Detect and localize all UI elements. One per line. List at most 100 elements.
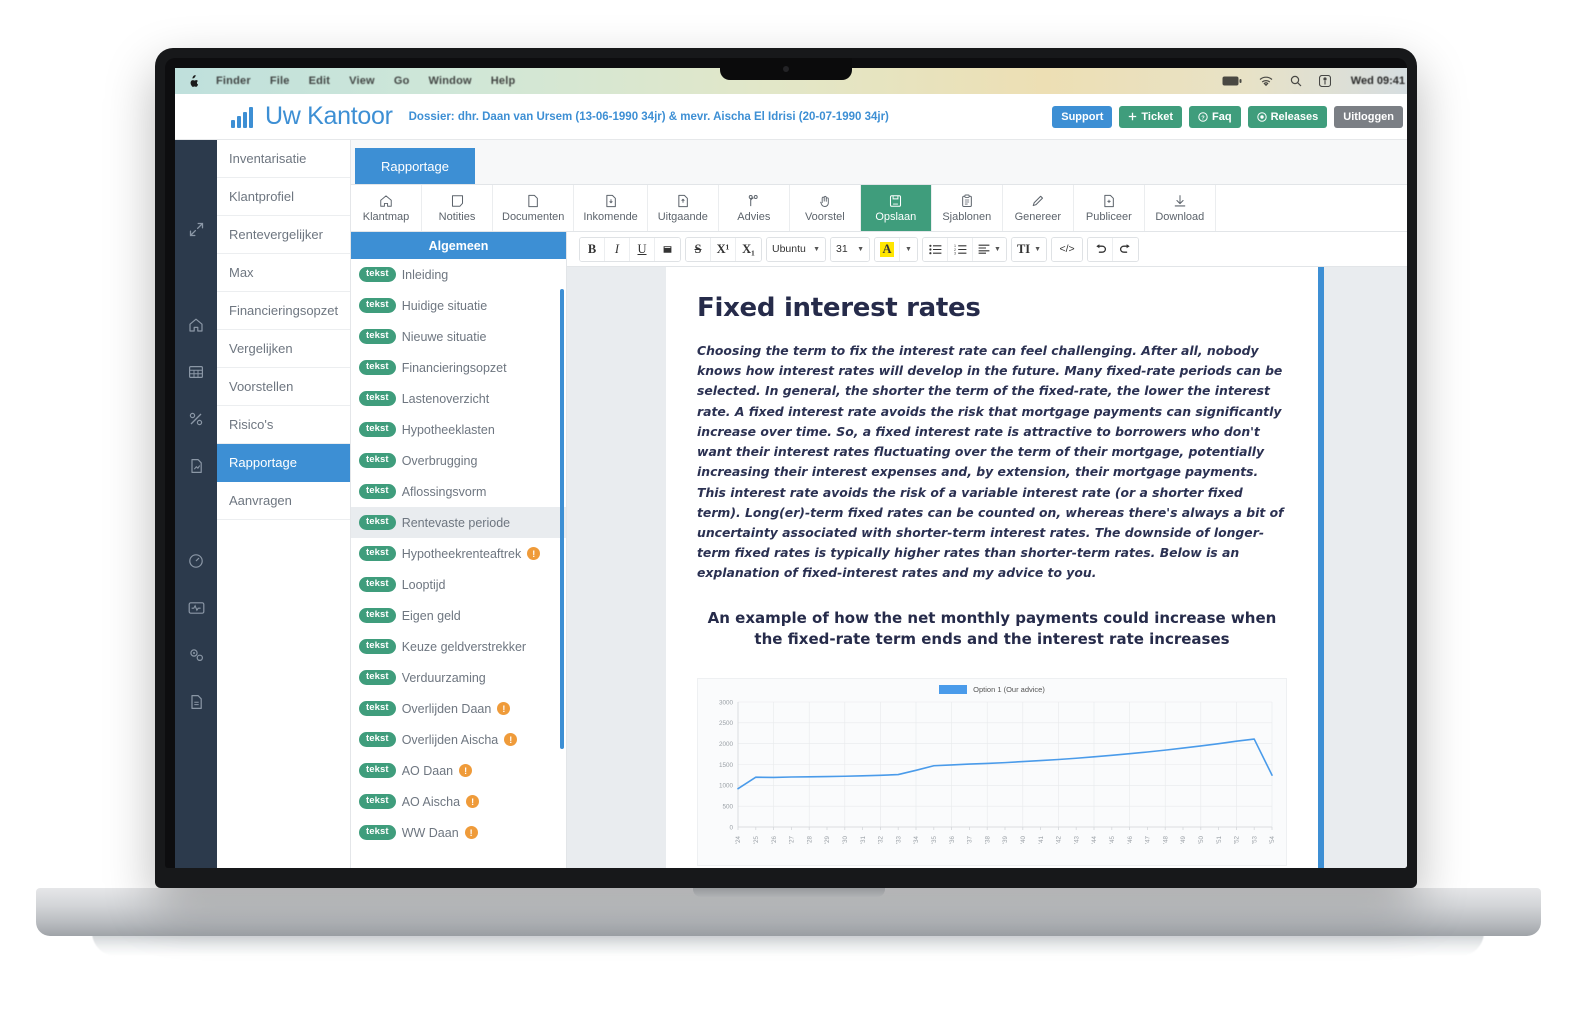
toolbar-group-font-family: Ubuntu ▼ xyxy=(766,236,826,262)
svg-text:'33: '33 xyxy=(895,836,902,845)
os-menu-help[interactable]: Help xyxy=(491,75,516,87)
sidebar-item-label: Voorstellen xyxy=(229,379,294,394)
module-publiceer[interactable]: Publiceer xyxy=(1073,185,1145,231)
list-item[interactable]: tekst Hypotheekrenteaftrek! xyxy=(351,538,566,569)
monitor-pulse-icon[interactable] xyxy=(175,584,217,631)
sidebar-item-voorstellen[interactable]: Voorstellen xyxy=(217,368,350,406)
expand-arrows-icon[interactable] xyxy=(175,206,217,253)
module-sjablonen[interactable]: Sjablonen xyxy=(931,185,1003,231)
os-menu-window[interactable]: Window xyxy=(429,75,472,87)
file-chart-icon[interactable] xyxy=(175,442,217,489)
sidebar-item-klantprofiel[interactable]: Klantprofiel xyxy=(217,178,350,216)
strikethrough-button[interactable]: S xyxy=(686,237,711,261)
italic-button[interactable]: I xyxy=(605,237,630,261)
list-item[interactable]: tekst Verduurzaming xyxy=(351,662,566,693)
paragraph-style-button[interactable]: TI ▼ xyxy=(1011,237,1047,261)
source-code-button[interactable]: </> xyxy=(1052,237,1083,261)
table-icon[interactable] xyxy=(175,348,217,395)
list-item[interactable]: tekst Huidige situatie xyxy=(351,290,566,321)
list-item[interactable]: tekst Looptijd xyxy=(351,569,566,600)
align-button[interactable]: ▼ xyxy=(973,237,1006,261)
remove-format-button[interactable] xyxy=(655,237,680,261)
font-family-select[interactable]: Ubuntu ▼ xyxy=(767,237,825,261)
module-opslaan[interactable]: Opslaan xyxy=(860,185,932,231)
tab-rapportage[interactable]: Rapportage xyxy=(355,148,475,184)
sidebar-item-risicos[interactable]: Risico's xyxy=(217,406,350,444)
list-item[interactable]: tekst AO Daan! xyxy=(351,755,566,786)
module-notities[interactable]: Notities xyxy=(422,185,493,231)
os-menu-finder[interactable]: Finder xyxy=(216,75,251,87)
svg-text:'43: '43 xyxy=(1073,836,1080,845)
list-item[interactable]: tekst WW Daan! xyxy=(351,817,566,848)
sidebar-item-vergelijken[interactable]: Vergelijken xyxy=(217,330,350,368)
sidebar-item-aanvragen[interactable]: Aanvragen xyxy=(217,482,350,520)
speedometer-icon[interactable] xyxy=(175,537,217,584)
webcam-icon xyxy=(783,66,789,72)
battery-icon[interactable] xyxy=(1222,76,1242,86)
os-menu-view[interactable]: View xyxy=(349,75,375,87)
type-badge: tekst xyxy=(359,484,396,499)
list-item[interactable]: tekst Inleiding xyxy=(351,259,566,290)
os-clock[interactable]: Wed 09:41 xyxy=(1351,75,1405,87)
subscript-button[interactable]: X₁ xyxy=(736,237,761,261)
list-item[interactable]: tekst Overlijden Aischa! xyxy=(351,724,566,755)
list-item[interactable]: tekst Eigen geld xyxy=(351,600,566,631)
support-button[interactable]: Support xyxy=(1052,105,1113,128)
sidebar-item-rentevergelijker[interactable]: Rentevergelijker xyxy=(217,216,350,254)
block-list-scrollbar[interactable] xyxy=(560,289,564,749)
underline-button[interactable]: U xyxy=(630,237,655,261)
list-item[interactable]: tekst Hypotheeklasten xyxy=(351,414,566,445)
os-menu-go[interactable]: Go xyxy=(394,75,410,87)
sidebar-item-rapportage[interactable]: Rapportage xyxy=(217,444,350,482)
sidebar-item-max[interactable]: Max xyxy=(217,254,350,292)
document-page[interactable]: Fixed interest rates Choosing the term t… xyxy=(666,267,1324,868)
module-documenten[interactable]: Documenten xyxy=(493,185,575,231)
bullet-list-button[interactable] xyxy=(923,237,948,261)
list-item[interactable]: tekst Financieringsopzet xyxy=(351,352,566,383)
tab-bar: Rapportage xyxy=(351,140,1407,184)
list-item[interactable]: tekst Keuze geldverstrekker xyxy=(351,631,566,662)
list-item[interactable]: tekst Lastenoverzicht xyxy=(351,383,566,414)
sidebar-item-financieringsopzet[interactable]: Financieringsopzet xyxy=(217,292,350,330)
list-item[interactable]: tekst Nieuwe situatie xyxy=(351,321,566,352)
undo-button[interactable] xyxy=(1088,237,1114,261)
brand[interactable]: Uw Kantoor xyxy=(231,102,393,131)
search-icon[interactable] xyxy=(1290,75,1302,87)
gears-icon[interactable] xyxy=(175,631,217,678)
list-item[interactable]: tekst Aflossingsvorm xyxy=(351,476,566,507)
wifi-icon[interactable] xyxy=(1259,76,1273,87)
control-center-icon[interactable] xyxy=(1318,75,1331,87)
os-menu-edit[interactable]: Edit xyxy=(309,75,331,87)
logout-button[interactable]: Uitloggen xyxy=(1334,105,1403,128)
ticket-button[interactable]: Ticket xyxy=(1119,105,1182,128)
module-download[interactable]: Download xyxy=(1144,185,1216,231)
module-uitgaande[interactable]: Uitgaande xyxy=(647,185,719,231)
superscript-button[interactable]: X¹ xyxy=(711,237,736,261)
type-badge: tekst xyxy=(359,639,396,654)
module-advies[interactable]: Advies xyxy=(718,185,790,231)
document-icon[interactable] xyxy=(175,678,217,725)
module-klantmap[interactable]: Klantmap xyxy=(351,185,422,231)
redo-button[interactable] xyxy=(1113,237,1139,261)
faq-button[interactable]: ? Faq xyxy=(1189,105,1241,128)
sidebar-item-inventarisatie[interactable]: Inventarisatie xyxy=(217,140,350,178)
sidebar-item-label: Rentevergelijker xyxy=(229,227,323,242)
text-color-button[interactable]: A xyxy=(875,237,900,261)
font-size-select[interactable]: 31 ▼ xyxy=(831,237,869,261)
home-icon[interactable] xyxy=(175,301,217,348)
module-inkomende[interactable]: Inkomende xyxy=(574,185,648,231)
list-item[interactable]: tekst Overlijden Daan! xyxy=(351,693,566,724)
bold-button[interactable]: B xyxy=(580,237,605,261)
percent-icon[interactable] xyxy=(175,395,217,442)
os-menu-file[interactable]: File xyxy=(270,75,290,87)
releases-button[interactable]: Releases xyxy=(1247,105,1328,128)
numbered-list-button[interactable]: 123 xyxy=(948,237,973,261)
text-color-dropdown[interactable]: ▼ xyxy=(900,237,917,261)
application: Uw Kantoor Dossier: dhr. Daan van Ursem … xyxy=(175,94,1407,868)
list-item[interactable]: tekst AO Aischa! xyxy=(351,786,566,817)
list-item[interactable]: tekst Overbrugging xyxy=(351,445,566,476)
apple-icon[interactable] xyxy=(187,74,200,89)
module-voorstel[interactable]: Voorstel xyxy=(789,185,861,231)
module-genereer[interactable]: Genereer xyxy=(1002,185,1074,231)
list-item-selected[interactable]: tekst Rentevaste periode xyxy=(351,507,566,538)
